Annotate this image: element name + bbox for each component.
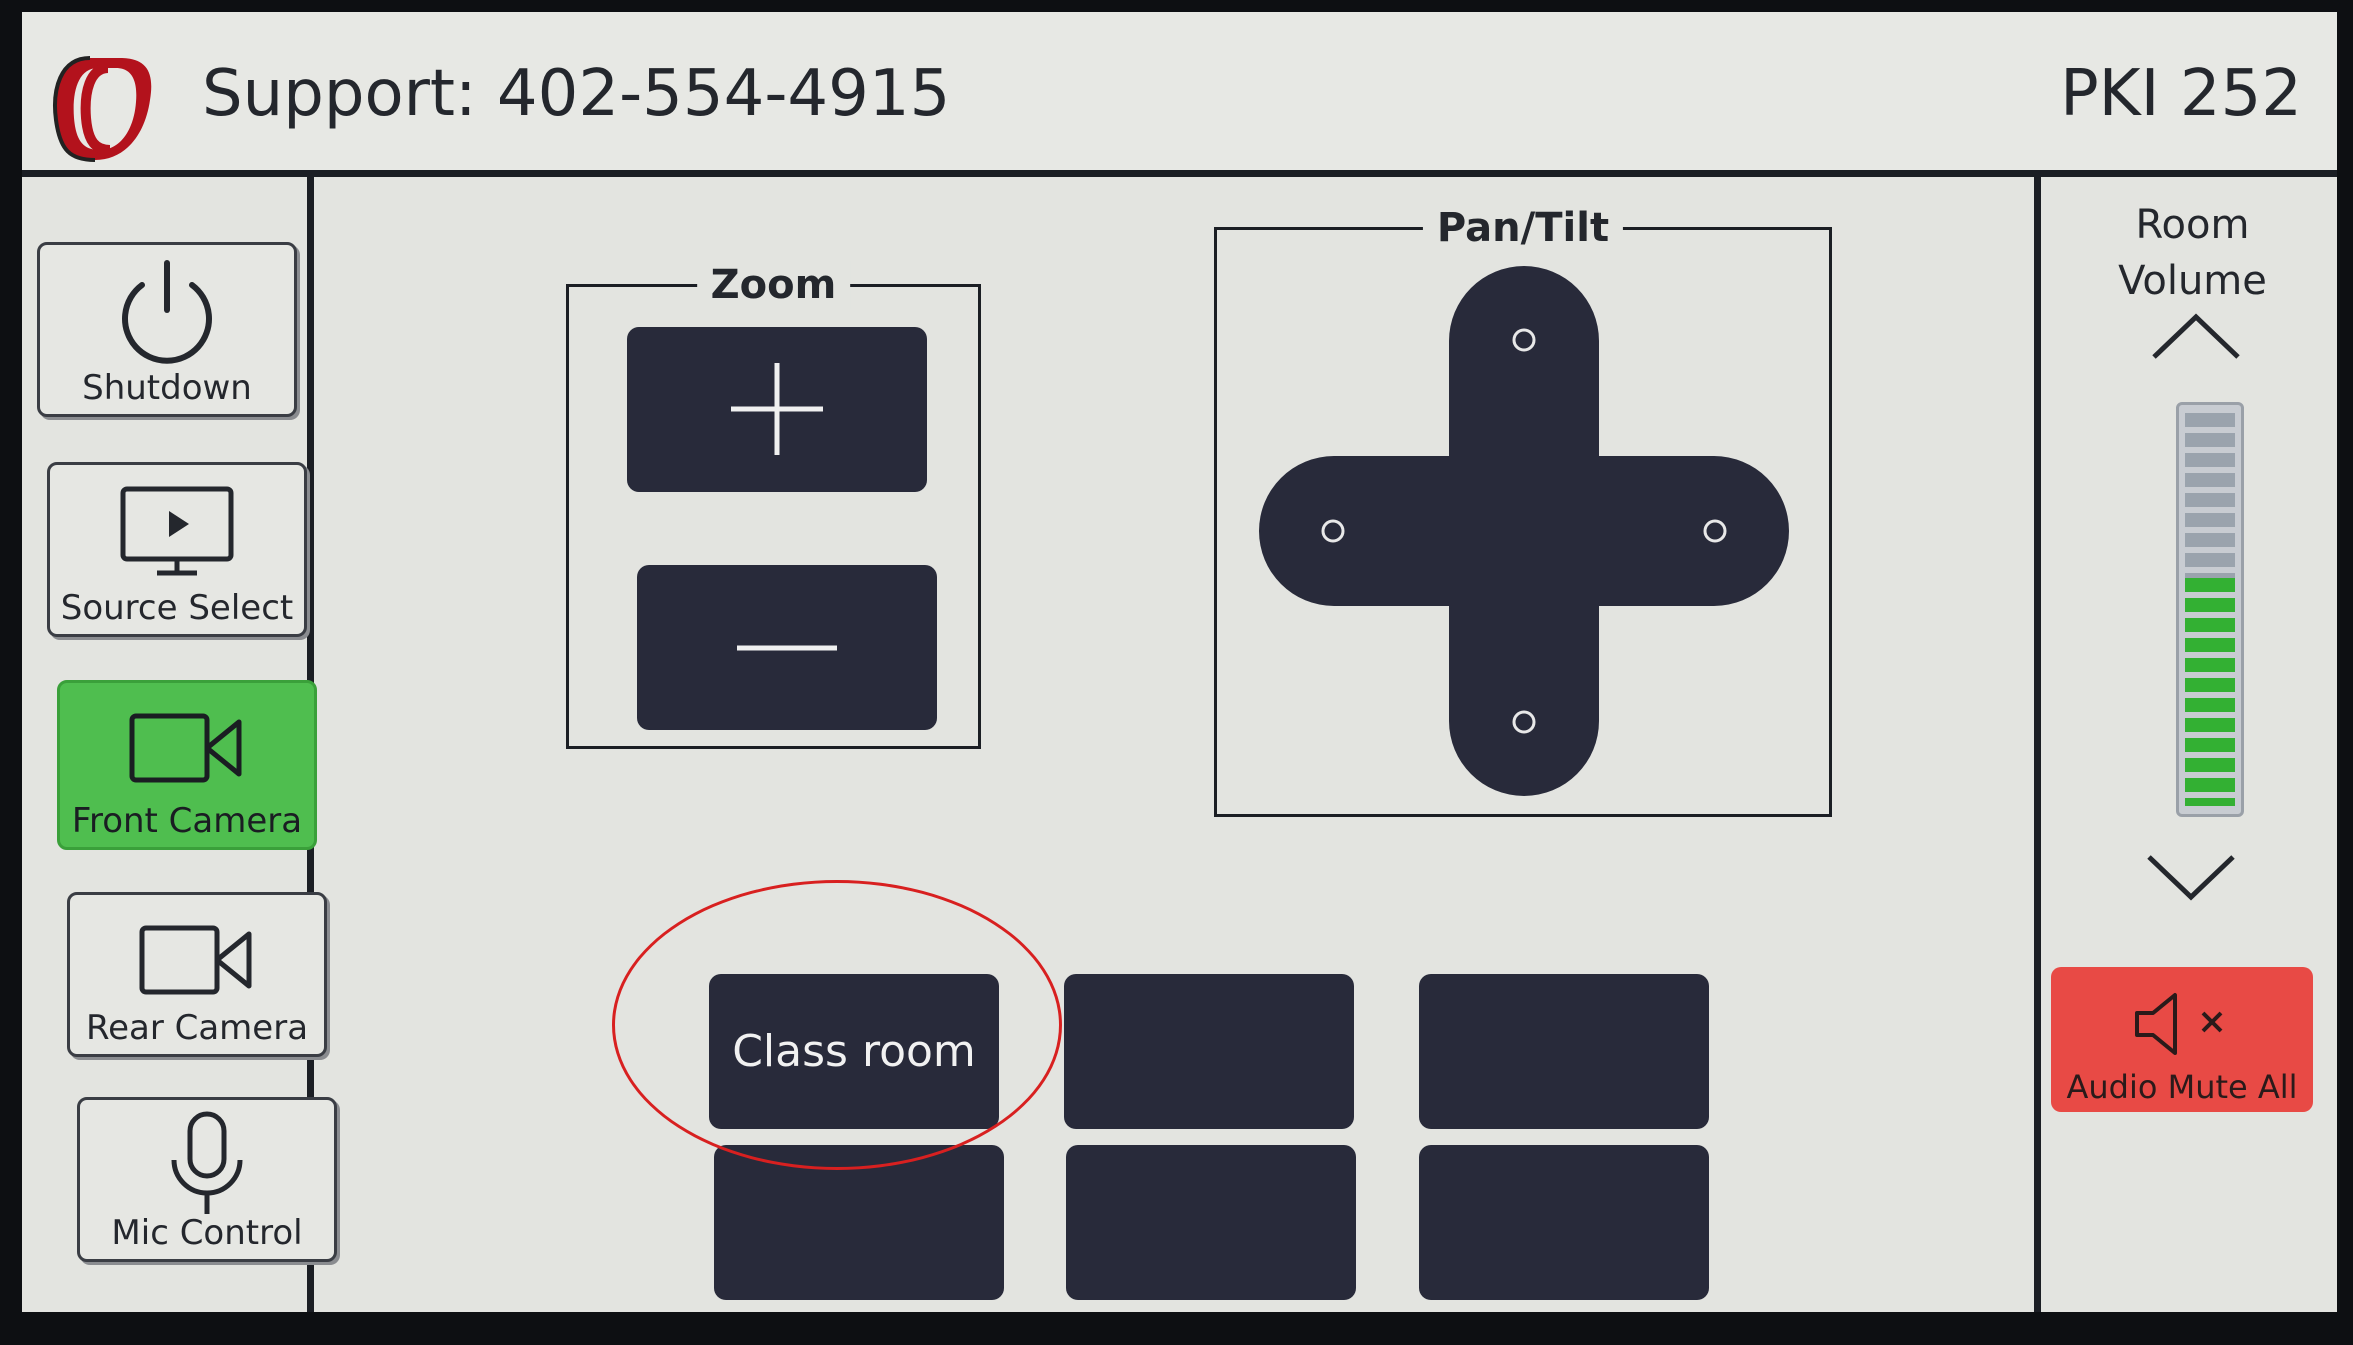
preset-button-1[interactable]: Class room [709, 974, 999, 1129]
preset-button-5[interactable] [1066, 1145, 1356, 1300]
logo-icon [53, 56, 152, 162]
front-camera-label: Front Camera [71, 801, 303, 841]
camera-control-panel: Zoom Pan/Tilt Class room [314, 177, 2034, 1312]
header-bar: Support: 402-554-4915 PKI 252 [22, 12, 2337, 177]
volume-up-button[interactable] [2146, 307, 2246, 367]
volume-down-button[interactable] [2141, 847, 2241, 907]
pantilt-title: Pan/Tilt [1422, 204, 1624, 252]
touch-panel-screen: Support: 402-554-4915 PKI 252 Shutdown S… [22, 12, 2337, 1312]
preset-button-6[interactable] [1419, 1145, 1709, 1300]
volume-title-line2: Volume [2118, 258, 2267, 304]
video-camera-icon [129, 713, 242, 783]
microphone-icon [171, 1111, 243, 1214]
monitor-play-icon [120, 486, 234, 576]
source-select-button[interactable]: Source Select [47, 462, 307, 637]
volume-meter [2176, 402, 2244, 817]
zoom-group: Zoom [566, 261, 981, 749]
video-camera-icon [139, 925, 252, 995]
volume-title: Room Volume [2041, 197, 2337, 309]
audio-mute-all-button[interactable]: Audio Mute All [2051, 967, 2313, 1112]
zoom-title: Zoom [696, 261, 851, 309]
speaker-mute-icon [2135, 993, 2223, 1055]
shutdown-label: Shutdown [82, 368, 252, 408]
mic-control-label: Mic Control [111, 1213, 303, 1253]
support-phone-text: Support: 402-554-4915 [202, 57, 951, 131]
zoom-out-button[interactable] [637, 565, 937, 730]
pantilt-dpad [1259, 266, 1789, 796]
mic-control-button[interactable]: Mic Control [77, 1097, 337, 1262]
pantilt-group: Pan/Tilt [1214, 204, 1832, 817]
sidebar-nav: Shutdown Source Select Front Camera Rear… [22, 177, 337, 1312]
power-icon [122, 260, 212, 364]
zoom-in-button[interactable] [627, 327, 927, 492]
front-camera-button[interactable]: Front Camera [57, 680, 317, 850]
minus-icon [737, 645, 837, 651]
preset-button-4[interactable] [714, 1145, 1004, 1300]
preset-button-2[interactable] [1064, 974, 1354, 1129]
volume-panel: Room Volume Audio Mute All [2034, 177, 2337, 1312]
shutdown-button[interactable]: Shutdown [37, 242, 297, 417]
source-select-label: Source Select [60, 588, 294, 628]
rear-camera-label: Rear Camera [85, 1008, 309, 1048]
rear-camera-button[interactable]: Rear Camera [67, 892, 327, 1057]
room-name: PKI 252 [2060, 57, 2302, 131]
plus-icon [731, 363, 823, 455]
volume-meter-fill [2185, 578, 2235, 806]
preset-button-3[interactable] [1419, 974, 1709, 1129]
volume-title-line1: Room [2135, 202, 2250, 248]
audio-mute-all-label: Audio Mute All [2066, 1068, 2298, 1106]
